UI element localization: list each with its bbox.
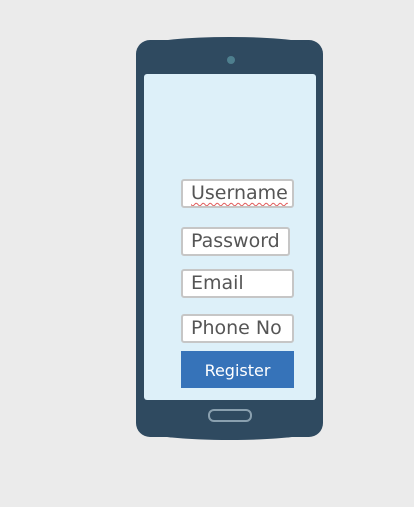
phone-number-field[interactable]: Phone No [181,314,294,343]
password-field-value: Password [191,230,280,252]
app-canvas: Username Password Email Phone No Registe… [0,0,414,507]
phone-device: Username Password Email Phone No Registe… [136,37,323,440]
home-button-icon[interactable] [208,409,252,422]
camera-icon [227,56,235,64]
email-field[interactable]: Email [181,269,294,298]
email-field-value: Email [191,272,244,294]
username-field-value: Username [191,182,288,204]
phone-number-field-value: Phone No [191,317,282,339]
register-button[interactable]: Register [181,351,294,388]
username-field[interactable]: Username [181,179,294,208]
phone-screen: Username Password Email Phone No Registe… [144,74,316,400]
password-field[interactable]: Password [181,227,290,256]
